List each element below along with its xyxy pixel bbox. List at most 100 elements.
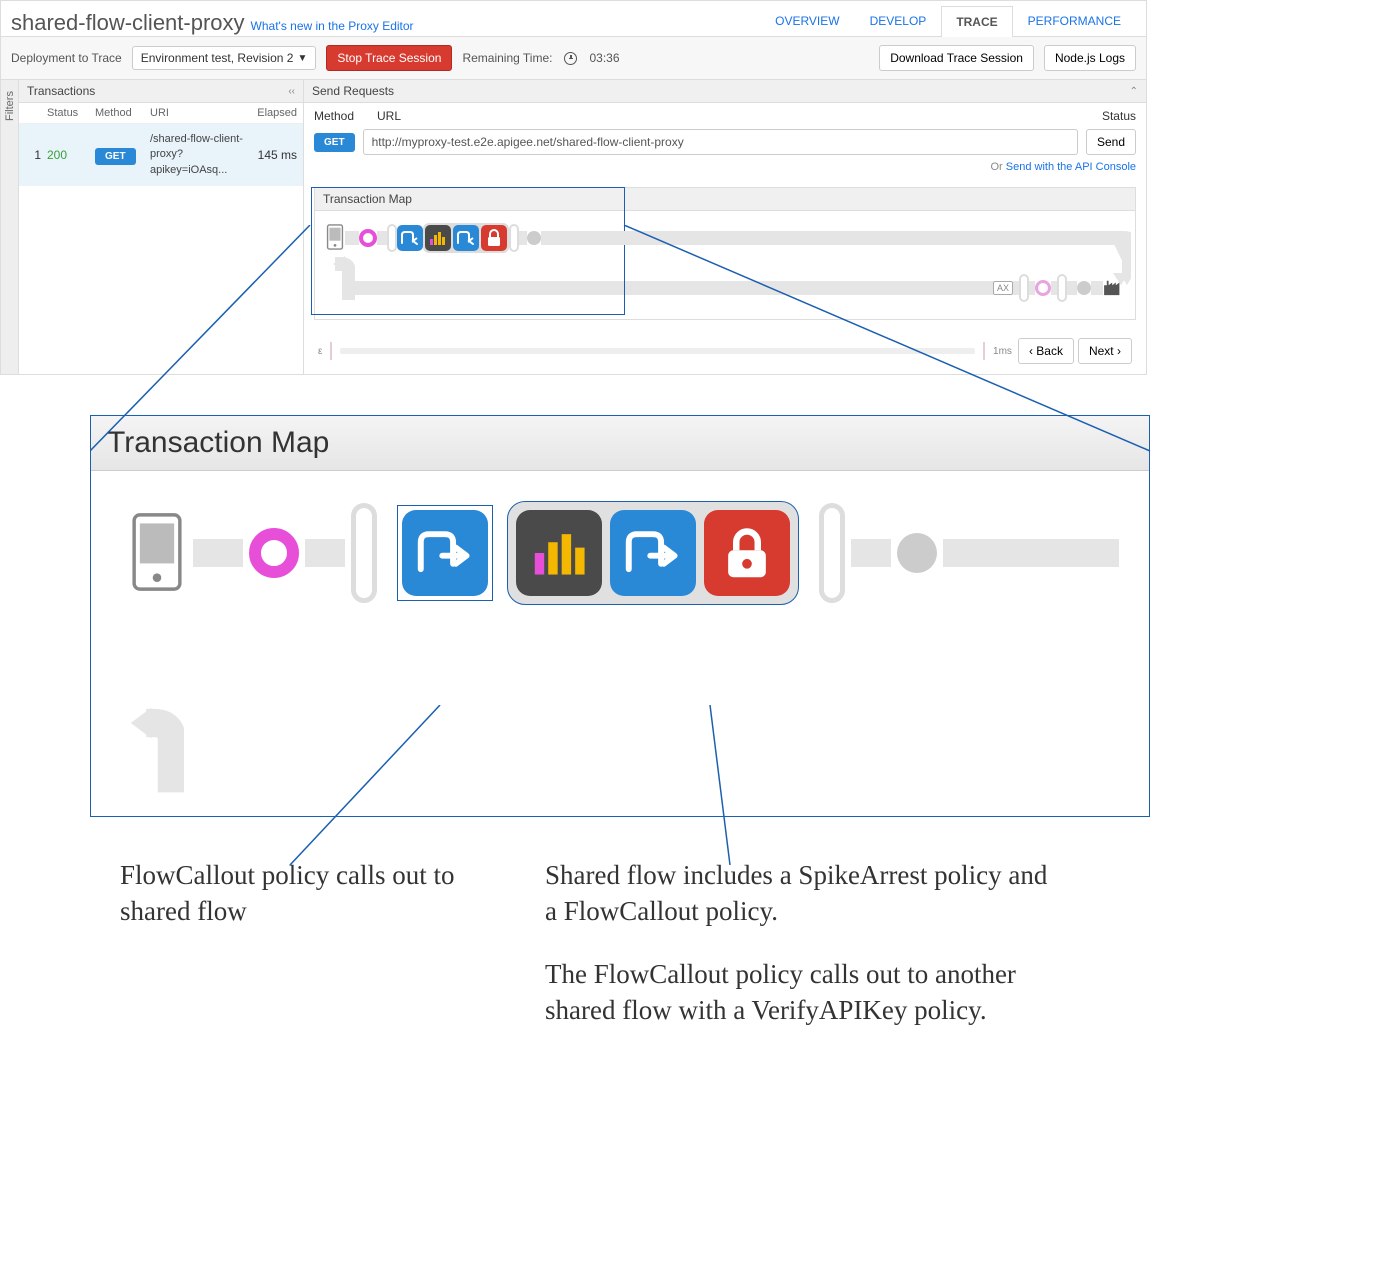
clock-icon (564, 52, 577, 65)
row-elapsed: 145 ms (248, 148, 303, 162)
timeline-tick-end-icon (981, 342, 987, 360)
url-input-row: GET Send (304, 129, 1146, 161)
transaction-map-panel: Transaction Map (314, 187, 1136, 320)
flowcallout-policy-icon[interactable] (397, 225, 423, 251)
tab-overview[interactable]: OVERVIEW (760, 5, 854, 36)
caption-right-p2: The FlowCallout policy calls out to anot… (545, 956, 1065, 1029)
big-shared-flow-group (507, 501, 799, 605)
transaction-map-body: AX (315, 211, 1135, 319)
or-text: Or (990, 161, 1005, 173)
app-window: shared-flow-client-proxy What's new in t… (0, 0, 1147, 375)
body-area: Filters Transactions ‹‹ Status Method UR… (1, 80, 1146, 374)
big-flowcallout2-policy-icon (610, 510, 696, 596)
row-index: 1 (19, 148, 47, 162)
spikearrest-policy-icon[interactable] (425, 225, 451, 251)
row-status: 200 (47, 148, 95, 162)
environment-label: Environment test, Revision 2 (141, 51, 294, 65)
response-flow: AX (325, 273, 1125, 303)
return-arrow-icon (325, 254, 355, 304)
next-label: Next (1089, 344, 1114, 358)
big-flowcallout-policy-icon (402, 510, 488, 596)
collapse-up-icon[interactable]: ⌃ (1130, 86, 1138, 97)
url-input[interactable] (363, 129, 1078, 155)
big-start-circle-icon (249, 528, 299, 578)
page-title: shared-flow-client-proxy (11, 10, 245, 36)
flowcallout2-policy-icon[interactable] (453, 225, 479, 251)
verifyapikey-policy-icon[interactable] (481, 225, 507, 251)
big-spikearrest-policy-icon (516, 510, 602, 596)
response-dot-icon[interactable] (1077, 281, 1091, 295)
tab-trace[interactable]: TRACE (941, 6, 1012, 37)
request-flow (325, 223, 1125, 253)
collapse-left-icon[interactable]: ‹‹ (288, 86, 295, 97)
remaining-value: 03:36 (589, 51, 619, 65)
whats-new-link[interactable]: What's new in the Proxy Editor (251, 19, 414, 33)
stop-trace-button[interactable]: Stop Trace Session (326, 45, 452, 71)
status-header: Status (1076, 109, 1136, 123)
timeline-tick-start-icon (328, 342, 334, 360)
big-transaction-map-title: Transaction Map (91, 416, 1149, 471)
transactions-panel: Transactions ‹‹ Status Method URI Elapse… (19, 80, 304, 374)
start-circle-icon[interactable] (359, 229, 377, 247)
method-header: Method (314, 109, 369, 123)
ax-badge[interactable]: AX (993, 281, 1013, 295)
nav-tabs: OVERVIEW DEVELOP TRACE PERFORMANCE (760, 5, 1136, 36)
url-header: URL (377, 109, 1068, 123)
send-header-row: Method URL Status (304, 103, 1146, 129)
shared-flow-group (423, 223, 509, 253)
response-pill1-icon[interactable] (1019, 274, 1029, 302)
send-button[interactable]: Send (1086, 129, 1136, 155)
next-button[interactable]: Next › (1078, 338, 1132, 364)
send-requests-title: Send Requests (312, 84, 394, 98)
callout-diagram: Transaction Map (90, 415, 1150, 1029)
caption-sharedflow: Shared flow includes a SpikeArrest polic… (545, 857, 1065, 1029)
caption-right-p1: Shared flow includes a SpikeArrest polic… (545, 857, 1065, 930)
timeline-start: ε (318, 346, 322, 357)
download-trace-button[interactable]: Download Trace Session (879, 45, 1034, 71)
transactions-columns: Status Method URI Elapsed (19, 103, 303, 124)
grey-dot-icon[interactable] (527, 231, 541, 245)
timeline: ε 1ms ‹ Back Next › (304, 328, 1146, 374)
big-preflow-pill-icon (351, 503, 377, 603)
timeline-bar[interactable] (340, 348, 975, 354)
deployment-label: Deployment to Trace (11, 51, 122, 65)
transaction-map-title: Transaction Map (315, 188, 1135, 211)
tab-performance[interactable]: PERFORMANCE (1013, 5, 1136, 36)
preflow-pill-icon[interactable] (387, 224, 397, 252)
title-bar: shared-flow-client-proxy What's new in t… (1, 1, 1146, 36)
col-uri: URI (150, 107, 248, 119)
caption-row: FlowCallout policy calls out to shared f… (90, 817, 1150, 1029)
main-panel: Send Requests ⌃ Method URL Status GET Se… (304, 80, 1146, 374)
caption-flowcallout: FlowCallout policy calls out to shared f… (120, 857, 460, 1029)
col-elapsed: Elapsed (248, 107, 303, 119)
remaining-label: Remaining Time: (462, 51, 552, 65)
postflow-pill-icon[interactable] (509, 224, 519, 252)
big-postflow-pill-icon (819, 503, 845, 603)
or-api-console: Or Send with the API Console (304, 161, 1146, 179)
response-pill2-icon[interactable] (1057, 274, 1067, 302)
filters-rail[interactable]: Filters (1, 80, 19, 374)
back-label: Back (1036, 344, 1063, 358)
big-flowcallout-highlight (397, 505, 493, 601)
send-requests-header: Send Requests ⌃ (304, 80, 1146, 103)
transaction-row[interactable]: 1 200 GET /shared-flow-client-proxy?apik… (19, 124, 303, 186)
timeline-end: 1ms (993, 346, 1012, 357)
api-console-link[interactable]: Send with the API Console (1006, 161, 1136, 173)
back-button[interactable]: ‹ Back (1018, 338, 1074, 364)
big-return-arrow-icon (129, 705, 184, 795)
col-status: Status (47, 107, 95, 119)
chevron-down-icon: ▼ (297, 53, 307, 64)
big-client-icon (127, 512, 187, 595)
row-uri: /shared-flow-client-proxy?apikey=iOAsq..… (150, 132, 248, 178)
big-flow-row (91, 471, 1149, 645)
filters-label: Filters (4, 91, 16, 121)
environment-dropdown[interactable]: Environment test, Revision 2 ▼ (132, 46, 317, 70)
client-icon[interactable] (325, 224, 345, 253)
response-circle-icon[interactable] (1035, 280, 1051, 296)
tab-develop[interactable]: DEVELOP (855, 5, 942, 36)
method-pill[interactable]: GET (314, 133, 355, 152)
row-method-pill: GET (95, 148, 136, 165)
node-logs-button[interactable]: Node.js Logs (1044, 45, 1136, 71)
big-grey-dot-icon (897, 533, 937, 573)
col-method: Method (95, 107, 150, 119)
